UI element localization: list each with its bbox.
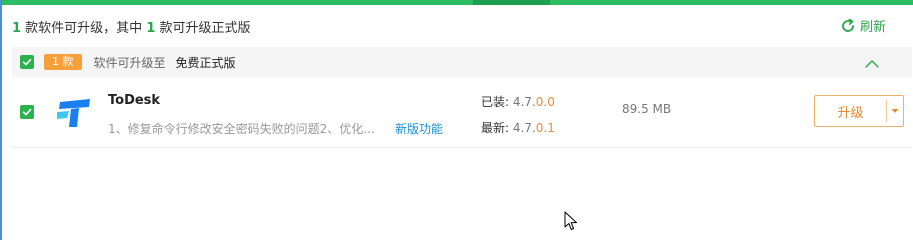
upgradable-count: 1 bbox=[12, 21, 22, 36]
installed-label: 已装: bbox=[481, 95, 510, 109]
upgrade-summary: 1 款软件可升级，其中 1 款可升级正式版 bbox=[12, 17, 251, 36]
latest-version-main: 4.7. bbox=[509, 121, 536, 135]
group-description: 软件可升级至 bbox=[93, 55, 166, 70]
summary-text-2: 款可升级正式版 bbox=[155, 21, 251, 36]
installed-version-highlight: 0.0 bbox=[535, 95, 555, 109]
upgrade-options-dropdown[interactable] bbox=[887, 96, 903, 126]
check-icon bbox=[22, 58, 32, 66]
installed-version: 已装: 4.7.0.0 bbox=[481, 93, 555, 110]
new-features-link[interactable]: 新版功能 bbox=[395, 120, 443, 137]
mouse-cursor-icon bbox=[564, 211, 577, 230]
group-target-label: 免费正式版 bbox=[175, 55, 236, 70]
window-left-edge bbox=[0, 0, 2, 240]
check-icon bbox=[22, 108, 32, 116]
latest-label: 最新: bbox=[481, 121, 510, 135]
upgrade-split-button: 升级 bbox=[814, 95, 904, 127]
caret-down-icon bbox=[891, 109, 899, 113]
app-update-description: 1、修复命令行修改安全密码失败的问题2、优化... bbox=[108, 122, 375, 136]
refresh-button[interactable]: 刷新 bbox=[840, 16, 886, 35]
chevron-up-icon bbox=[865, 60, 879, 68]
upgrade-group-header: 1 款 软件可升级至 免费正式版 bbox=[12, 47, 912, 77]
refresh-icon bbox=[842, 18, 854, 32]
group-count-badge: 1 款 bbox=[44, 54, 82, 70]
collapse-group-button[interactable] bbox=[864, 55, 880, 74]
refresh-label: 刷新 bbox=[860, 20, 887, 35]
installed-version-main: 4.7. bbox=[509, 95, 536, 109]
app-name: ToDesk bbox=[108, 93, 161, 108]
package-size: 89.5 MB bbox=[622, 102, 672, 116]
group-select-all-checkbox[interactable] bbox=[20, 55, 34, 69]
upgrade-button[interactable]: 升级 bbox=[815, 96, 886, 126]
top-progress-bar bbox=[2, 0, 913, 5]
item-select-checkbox[interactable] bbox=[20, 105, 34, 119]
software-item: ToDesk 1、修复命令行修改安全密码失败的问题2、优化... 新版功能 已装… bbox=[12, 77, 912, 148]
official-upgradable-count: 1 bbox=[146, 21, 156, 36]
top-bar-segment bbox=[473, 0, 550, 5]
todesk-logo-icon bbox=[57, 99, 90, 127]
summary-text-1: 款软件可升级，其中 bbox=[21, 21, 147, 36]
latest-version: 最新: 4.7.0.1 bbox=[481, 119, 555, 136]
latest-version-highlight: 0.1 bbox=[535, 121, 555, 135]
